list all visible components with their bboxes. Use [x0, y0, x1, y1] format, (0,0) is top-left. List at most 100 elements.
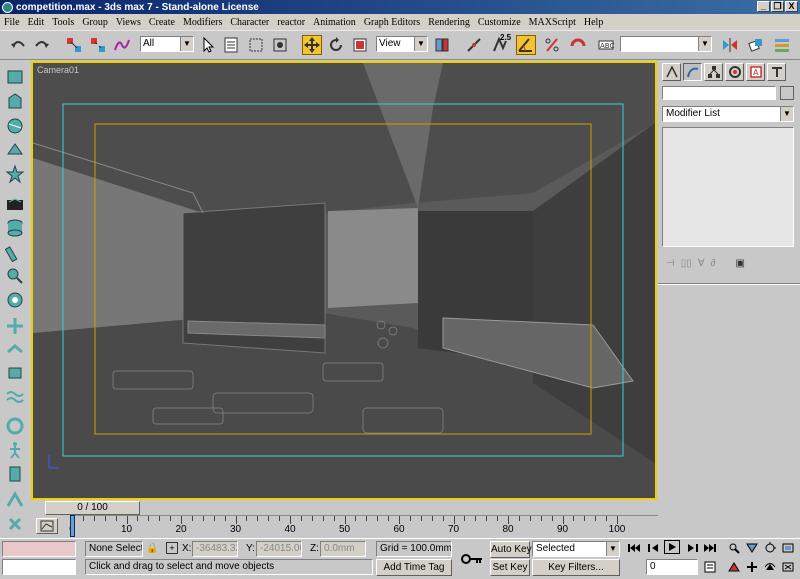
display-tab-icon[interactable]: A	[746, 63, 765, 81]
menu-file[interactable]: File	[4, 17, 20, 28]
select-and-manipulate-icon[interactable]	[464, 35, 484, 55]
menu-help[interactable]: Help	[584, 17, 603, 28]
x-coordinate-field[interactable]: -36483.324	[192, 541, 238, 557]
app-icon[interactable]	[2, 1, 13, 13]
menu-character[interactable]: Character	[230, 17, 269, 28]
redo-icon[interactable]	[32, 35, 52, 55]
restore-button[interactable]: ❐	[771, 1, 784, 12]
key-mode-dropdown[interactable]: Selected ▼	[532, 541, 620, 557]
menu-maxscript[interactable]: MAXScript	[529, 17, 576, 28]
doors-tab-icon[interactable]	[4, 217, 26, 239]
modifier-stack[interactable]	[662, 127, 794, 247]
rectangular-selection-icon[interactable]	[246, 35, 266, 55]
transform-type-in-icon[interactable]: +	[166, 542, 178, 554]
cloth-tab-icon[interactable]	[4, 489, 26, 511]
unlink-selection-icon[interactable]	[88, 35, 108, 55]
time-slider[interactable]: 0 / 100	[45, 501, 657, 515]
zoom-extents-icon[interactable]	[762, 541, 778, 555]
menu-rendering[interactable]: Rendering	[428, 17, 470, 28]
z-coordinate-field[interactable]: 0.0mm	[320, 541, 366, 557]
modify-tab-icon[interactable]	[683, 63, 702, 81]
pin-stack-icon[interactable]: ⊣	[666, 258, 675, 269]
create-tab-icon[interactable]	[662, 63, 681, 81]
utilities-tab-icon[interactable]	[767, 63, 786, 81]
select-object-icon[interactable]	[198, 35, 218, 55]
play-icon[interactable]	[664, 540, 680, 554]
motion-tab-icon[interactable]	[725, 63, 744, 81]
camera-viewport[interactable]: Camera01	[31, 61, 657, 500]
y-coordinate-field[interactable]: -24015.004	[256, 541, 302, 557]
key-mode-icon[interactable]	[458, 545, 486, 573]
menu-create[interactable]: Create	[149, 17, 175, 28]
menu-group[interactable]: Group	[82, 17, 108, 28]
use-pivot-center-icon[interactable]	[432, 35, 452, 55]
patch-grids-tab-icon[interactable]	[4, 163, 26, 185]
remove-modifier-icon[interactable]: ∂	[711, 258, 716, 269]
go-to-start-icon[interactable]	[626, 541, 642, 555]
menu-animation[interactable]: Animation	[313, 17, 356, 28]
close-button[interactable]: X	[785, 1, 798, 12]
objects-tab-icon[interactable]	[4, 65, 26, 87]
select-by-name-icon[interactable]	[222, 35, 242, 55]
go-to-end-icon[interactable]	[702, 541, 718, 555]
show-end-result-icon[interactable]: ▯▯	[681, 258, 692, 269]
pan-icon[interactable]	[744, 560, 760, 574]
select-and-link-icon[interactable]	[64, 35, 84, 55]
reactor-tab-icon[interactable]	[4, 463, 26, 485]
selection-filter-dropdown[interactable]: All ▼	[140, 36, 194, 52]
minimize-button[interactable]: _	[757, 1, 770, 12]
object-color-swatch[interactable]	[780, 86, 794, 100]
select-and-scale-icon[interactable]	[350, 35, 370, 55]
percent-snap-toggle-icon[interactable]	[542, 35, 562, 55]
angle-snap-toggle-icon[interactable]	[516, 35, 536, 55]
zoom-icon[interactable]	[726, 541, 742, 555]
menu-tools[interactable]: Tools	[52, 17, 74, 28]
mirror-icon[interactable]	[720, 35, 740, 55]
object-name-field[interactable]	[662, 86, 776, 100]
bind-to-space-warp-icon[interactable]	[112, 35, 132, 55]
edit-named-selection-icon[interactable]: ABC	[596, 35, 616, 55]
named-selection-dropdown[interactable]: ▼	[620, 36, 712, 52]
aec-tab-icon[interactable]	[4, 265, 26, 287]
systems-tab-icon[interactable]	[4, 439, 26, 461]
menu-modifiers[interactable]: Modifiers	[183, 17, 222, 28]
orbit-icon[interactable]	[762, 560, 778, 574]
current-frame-field[interactable]: 0	[646, 559, 698, 575]
key-filters-button[interactable]: Key Filters...	[532, 559, 620, 576]
layer-manager-icon[interactable]	[772, 35, 792, 55]
maximize-viewport-icon[interactable]	[780, 560, 796, 574]
maxscript-listener-mini[interactable]	[2, 541, 76, 557]
zoom-all-icon[interactable]	[744, 541, 760, 555]
current-frame-marker[interactable]	[70, 515, 75, 537]
field-of-view-icon[interactable]	[726, 560, 742, 574]
lights-tab-icon[interactable]	[4, 339, 26, 361]
zoom-extents-all-icon[interactable]	[780, 541, 796, 555]
windows-tab-icon[interactable]	[4, 241, 26, 263]
maxscript-input-mini[interactable]	[2, 559, 76, 575]
auto-key-button[interactable]: Auto Key	[490, 541, 532, 558]
configure-sets-icon[interactable]: ▣	[736, 258, 745, 269]
spinner-snap-toggle-icon[interactable]	[568, 35, 588, 55]
dynamics-tab-icon[interactable]	[4, 289, 26, 311]
helpers-tab-icon[interactable]	[4, 387, 26, 409]
nurbs-tab-icon[interactable]	[4, 193, 26, 215]
menu-edit[interactable]: Edit	[28, 17, 45, 28]
menu-views[interactable]: Views	[116, 17, 141, 28]
undo-icon[interactable]	[8, 35, 28, 55]
mini-curve-editor-button[interactable]	[36, 518, 58, 534]
space-warps-tab-icon[interactable]	[4, 415, 26, 437]
modifier-list-dropdown[interactable]: Modifier List ▼	[662, 106, 794, 122]
align-icon[interactable]	[746, 35, 766, 55]
menu-reactor[interactable]: reactor	[277, 17, 305, 28]
custom-tab-icon[interactable]	[4, 513, 26, 535]
menu-graph-editors[interactable]: Graph Editors	[364, 17, 420, 28]
window-crossing-icon[interactable]	[270, 35, 290, 55]
compounds-tab-icon[interactable]	[4, 115, 26, 137]
add-time-tag-button[interactable]: Add Time Tag	[376, 559, 452, 576]
particles-tab-icon[interactable]	[4, 139, 26, 161]
viewport-label[interactable]: Camera01	[37, 65, 79, 75]
time-configuration-icon[interactable]	[702, 560, 718, 574]
select-and-rotate-icon[interactable]	[326, 35, 346, 55]
time-slider-thumb[interactable]: 0 / 100	[45, 501, 140, 515]
reference-coordinate-dropdown[interactable]: View ▼	[376, 36, 428, 52]
